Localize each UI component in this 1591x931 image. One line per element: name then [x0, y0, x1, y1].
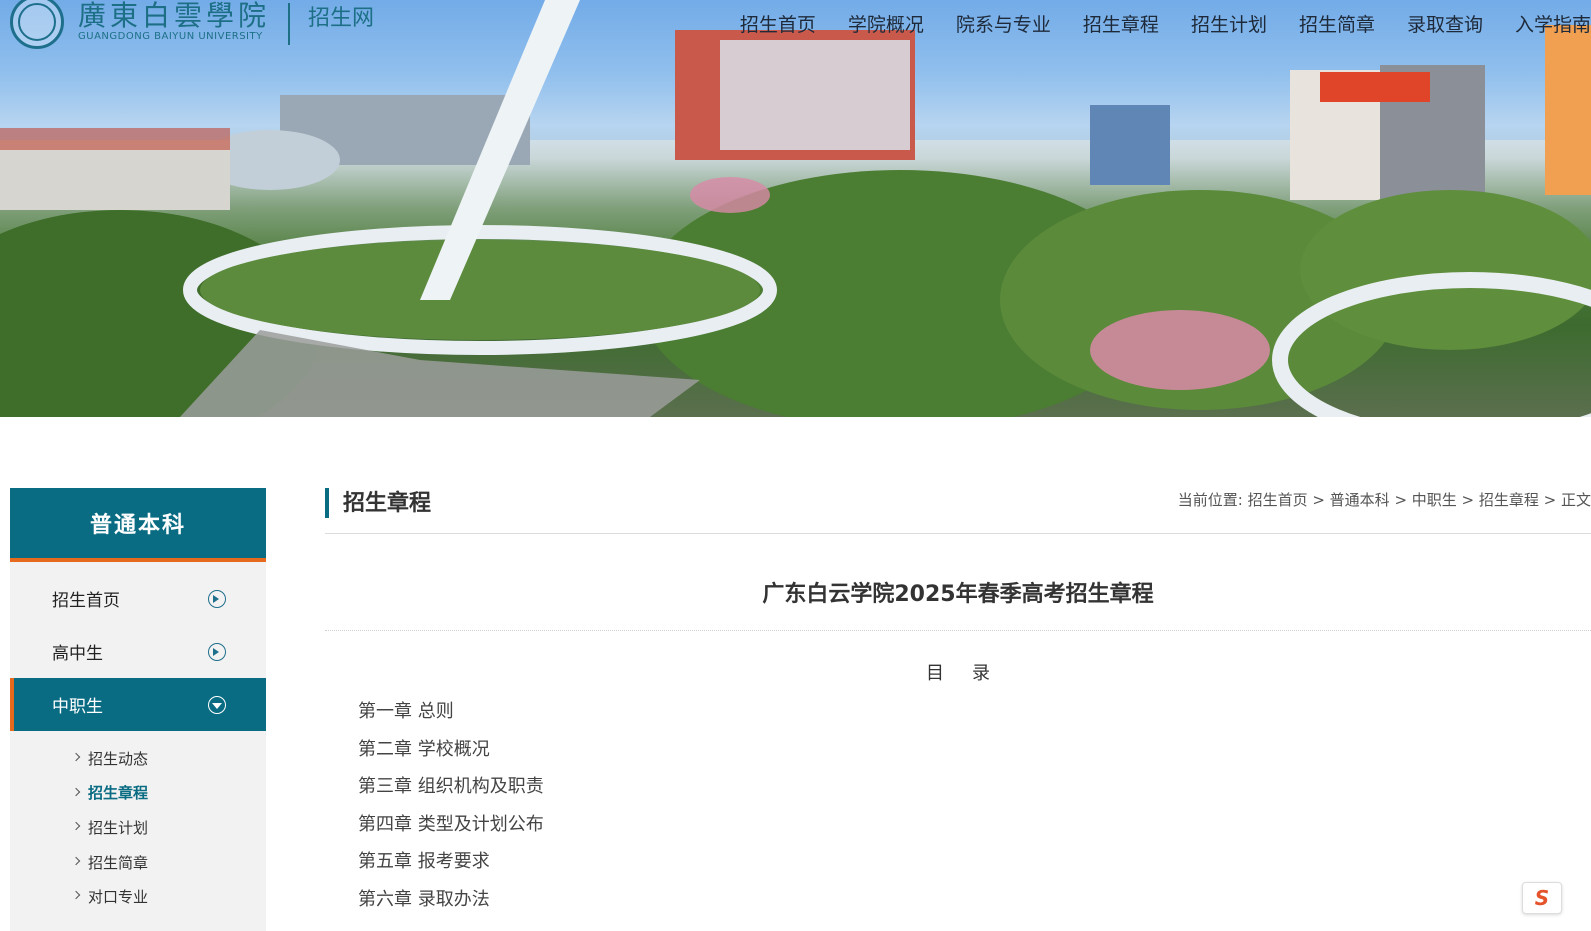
- sidebar-subitem-label: 招生动态: [88, 749, 149, 768]
- toc-title: 目录: [926, 663, 1018, 684]
- toc-item: 第六章 录取办法: [358, 888, 490, 910]
- site-logo[interactable]: 廣東白雲學院 GUANGDONG BAIYUN UNIVERSITY 招生网: [10, 0, 374, 50]
- logo-site-name: 招生网: [308, 6, 375, 31]
- sidebar-item-home[interactable]: 招生首页: [10, 572, 266, 625]
- sidebar-title: 普通本科: [89, 513, 186, 538]
- nav-about[interactable]: 学院概况: [848, 10, 924, 37]
- chevron-right-icon: [71, 821, 81, 831]
- floating-tool-button[interactable]: S: [1522, 882, 1562, 914]
- nav-home[interactable]: 招生首页: [740, 10, 816, 37]
- sidebar-subitem-majors[interactable]: 对口专业: [10, 879, 266, 914]
- arrow-right-circle-icon: [208, 643, 226, 661]
- logo-name-cn: 廣東白雲學院: [78, 0, 271, 32]
- sidebar-subitem-plan[interactable]: 招生计划: [10, 810, 266, 845]
- nav-departments[interactable]: 院系与专业: [956, 10, 1051, 37]
- top-navigation: 招生首页 学院概况 院系与专业 招生章程 招生计划 招生简章 录取查询 入学指南: [740, 10, 1591, 37]
- arrow-right-circle-icon: [208, 590, 226, 608]
- toc-item: 第五章 报考要求: [358, 851, 490, 872]
- sidebar-subitem-news[interactable]: 招生动态: [10, 741, 266, 776]
- section-header: 招生章程 当前位置: 招生首页 > 普通本科 > 中职生 > 招生章程 > 正文: [325, 488, 1591, 534]
- sidebar-item-vocational[interactable]: 中职生: [10, 678, 266, 731]
- sidebar-header: 普通本科: [10, 488, 266, 562]
- nav-plan[interactable]: 招生计划: [1191, 10, 1267, 37]
- campus-banner: 廣東白雲學院 GUANGDONG BAIYUN UNIVERSITY 招生网 招…: [0, 0, 1591, 417]
- toc-item: 第三章 组织机构及职责: [358, 776, 544, 797]
- section-title: 招生章程: [325, 488, 431, 518]
- s-logo-icon: S: [1534, 886, 1550, 910]
- main-content: 招生章程 当前位置: 招生首页 > 普通本科 > 中职生 > 招生章程 > 正文…: [325, 488, 1591, 918]
- logo-name-en: GUANGDONG BAIYUN UNIVERSITY: [78, 31, 263, 42]
- table-of-contents: 第一章 总则 第二章 学校概况 第三章 组织机构及职责 第四章 类型及计划公布 …: [325, 693, 1591, 918]
- nav-admission-query[interactable]: 录取查询: [1407, 10, 1483, 37]
- logo-divider: [288, 3, 291, 45]
- sidebar-item-label: 招生首页: [52, 591, 120, 611]
- sidebar-item-label: 中职生: [52, 697, 103, 717]
- sidebar-item-label: 高中生: [52, 644, 103, 664]
- toc-item: 第四章 类型及计划公布: [358, 813, 544, 835]
- toc-item: 第二章 学校概况: [358, 738, 490, 760]
- campus-photo: [0, 0, 1591, 417]
- sidebar-item-high-school[interactable]: 高中生: [10, 625, 266, 678]
- toc-item: 第一章 总则: [358, 701, 454, 722]
- nav-enrollment-guide[interactable]: 入学指南: [1515, 10, 1591, 37]
- chevron-right-icon: [71, 891, 81, 900]
- nav-regulations[interactable]: 招生章程: [1083, 10, 1159, 37]
- chevron-right-icon: [71, 787, 81, 796]
- chevron-right-icon: [71, 856, 81, 866]
- sidebar-subitem-label: 招生章程: [88, 784, 149, 803]
- nav-brochure[interactable]: 招生简章: [1299, 10, 1375, 37]
- sidebar-subitem-brochure[interactable]: 招生简章: [10, 845, 266, 880]
- university-seal-icon: [10, 0, 64, 49]
- sidebar-subitem-regulations[interactable]: 招生章程: [10, 776, 266, 811]
- sidebar-subitem-label: 对口专业: [88, 888, 149, 907]
- chevron-right-icon: [71, 752, 81, 762]
- breadcrumb[interactable]: 当前位置: 招生首页 > 普通本科 > 中职生 > 招生章程 > 正文: [1178, 489, 1591, 510]
- sidebar: 普通本科 招生首页 高中生 中职生 招生动态 招生章程 招生计划 招生简章 对口…: [10, 488, 266, 931]
- article-title: 广东白云学院2025年春季高考招生章程: [325, 576, 1591, 631]
- sidebar-subitem-label: 招生计划: [88, 818, 149, 837]
- sidebar-subitem-label: 招生简章: [88, 853, 149, 872]
- arrow-down-circle-icon: [208, 696, 226, 714]
- sidebar-submenu: 招生动态 招生章程 招生计划 招生简章 对口专业: [10, 731, 266, 914]
